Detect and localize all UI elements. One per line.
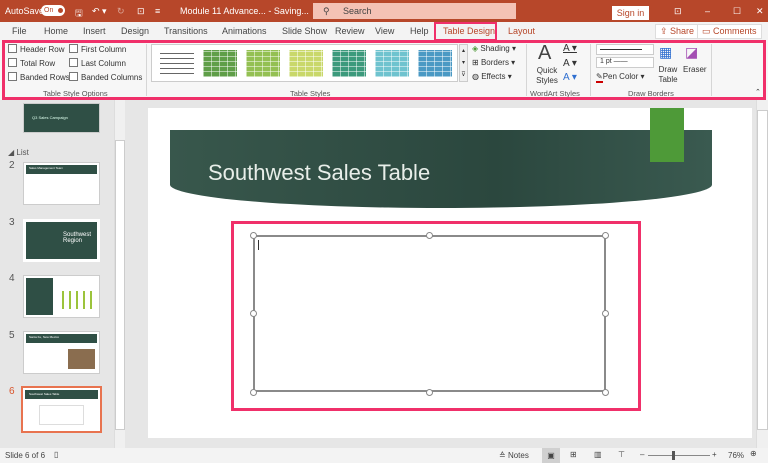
resize-handle[interactable] xyxy=(602,232,609,239)
comments-label: Comments xyxy=(713,26,757,36)
resize-handle[interactable] xyxy=(426,389,433,396)
zoom-slider[interactable] xyxy=(648,455,710,456)
zoom-in-icon[interactable]: + xyxy=(712,450,717,459)
sign-in-button[interactable]: Sign in xyxy=(612,6,649,20)
slide-thumbnail-6[interactable]: Southwest Sales Table xyxy=(21,386,102,433)
thumbnail-scrollbar[interactable] xyxy=(114,100,125,448)
tab-transitions[interactable]: Transitions xyxy=(164,26,208,36)
zoom-slider-thumb[interactable] xyxy=(672,451,675,460)
thumb-title: Sales Management Team xyxy=(29,166,63,170)
search-label: Search xyxy=(343,6,372,16)
table-design-highlight xyxy=(434,22,497,41)
ribbon-tabs: File Home Insert Design Transitions Anim… xyxy=(0,22,768,40)
slide-number: 6 xyxy=(9,386,15,397)
ribbon-display-icon[interactable]: ⊡ xyxy=(674,6,682,17)
resize-handle[interactable] xyxy=(250,389,257,396)
thumb-title: Southwest Region xyxy=(63,232,92,244)
resize-handle[interactable] xyxy=(602,389,609,396)
share-label: Share xyxy=(670,26,695,36)
tab-design[interactable]: Design xyxy=(121,26,149,36)
slide-thumbnail-3[interactable]: Southwest Region xyxy=(23,219,100,262)
undo-icon[interactable]: ↶ ▾ xyxy=(92,6,107,17)
slide-thumbnail-1[interactable]: Q3 Sales Campaign xyxy=(23,103,100,133)
slide-thumbnail-4[interactable] xyxy=(23,275,100,318)
green-accent-tab xyxy=(650,108,684,162)
slide-thumbnail-5[interactable]: Santa Fe, New Mexico xyxy=(23,331,100,374)
search-icon: ⚲ xyxy=(323,6,330,16)
share-button[interactable]: ⇪ Share xyxy=(655,24,700,39)
share-icon: ⇪ xyxy=(660,26,671,36)
resize-handle[interactable] xyxy=(250,310,257,317)
comment-icon: ▭ xyxy=(702,26,714,36)
autosave-toggle[interactable]: On xyxy=(41,5,65,16)
tab-insert[interactable]: Insert xyxy=(83,26,106,36)
slide-number: 3 xyxy=(9,217,15,228)
document-title[interactable]: Module 11 Advance... - Saving... xyxy=(180,6,309,16)
section-list[interactable]: ◢ List xyxy=(8,148,29,157)
fit-slide-icon[interactable]: ⊕ xyxy=(750,449,757,458)
normal-view-icon[interactable]: ▣ xyxy=(542,448,560,463)
zoom-level[interactable]: 76% xyxy=(728,451,744,460)
slide-thumbnail-pane: Q3 Sales Campaign ◢ List 2 Sales Managem… xyxy=(0,100,125,448)
tab-slide-show[interactable]: Slide Show xyxy=(282,26,327,36)
search-box[interactable]: ⚲ Search xyxy=(313,3,516,19)
title-bar: AutoSave On 🖫 ↶ ▾ ↻ ⊡ ≡ Module 11 Advanc… xyxy=(0,0,768,22)
redo-icon[interactable]: ↻ xyxy=(117,6,125,17)
save-icon[interactable]: 🖫 xyxy=(75,6,83,22)
table-placeholder[interactable] xyxy=(253,235,606,392)
thumb-title: Santa Fe, New Mexico xyxy=(29,335,60,339)
slide-scrollbar[interactable] xyxy=(756,100,768,448)
text-cursor xyxy=(258,240,259,250)
tab-view[interactable]: View xyxy=(375,26,394,36)
reading-view-icon[interactable]: ▥ xyxy=(594,450,602,459)
tab-help[interactable]: Help xyxy=(410,26,429,36)
tab-layout[interactable]: Layout xyxy=(508,26,535,36)
slideshow-icon[interactable]: ⊤ xyxy=(618,450,625,459)
tab-animations[interactable]: Animations xyxy=(222,26,267,36)
slide-title[interactable]: Southwest Sales Table xyxy=(208,160,430,186)
maximize-icon[interactable]: ☐ xyxy=(733,6,741,17)
notes-button[interactable]: ≙ Notes xyxy=(499,451,529,460)
resize-handle[interactable] xyxy=(602,310,609,317)
slide-thumbnail-2[interactable]: Sales Management Team xyxy=(23,162,100,205)
comments-button[interactable]: ▭ Comments xyxy=(697,24,762,39)
present-icon[interactable]: ⊡ xyxy=(137,6,145,17)
slide-sorter-icon[interactable]: ⊞ xyxy=(570,450,577,459)
resize-handle[interactable] xyxy=(250,232,257,239)
customize-icon[interactable]: ≡ xyxy=(155,6,160,16)
slide-number: 2 xyxy=(9,160,15,171)
tab-home[interactable]: Home xyxy=(44,26,68,36)
thumb-title: Q3 Sales Campaign xyxy=(32,115,68,120)
section-label: List xyxy=(16,148,29,157)
slide-counter: Slide 6 of 6 xyxy=(5,451,46,460)
accessibility-icon[interactable]: ▯ xyxy=(54,450,58,459)
tab-review[interactable]: Review xyxy=(335,26,365,36)
status-bar: Slide 6 of 6 ▯ ≙ Notes ▣ ⊞ ▥ ⊤ – + 76% ⊕ xyxy=(0,448,768,463)
zoom-out-icon[interactable]: – xyxy=(640,450,644,459)
close-icon[interactable]: ✕ xyxy=(756,6,764,17)
slide-number: 5 xyxy=(9,330,15,341)
resize-handle[interactable] xyxy=(426,232,433,239)
ribbon-highlight xyxy=(2,40,766,100)
minimize-icon[interactable]: – xyxy=(705,6,710,16)
autosave-label: AutoSave xyxy=(5,6,45,16)
tab-file[interactable]: File xyxy=(12,26,27,36)
slide-number: 4 xyxy=(9,273,15,284)
notes-label: Notes xyxy=(507,451,529,460)
thumb-title: Southwest Sales Table xyxy=(29,392,60,396)
